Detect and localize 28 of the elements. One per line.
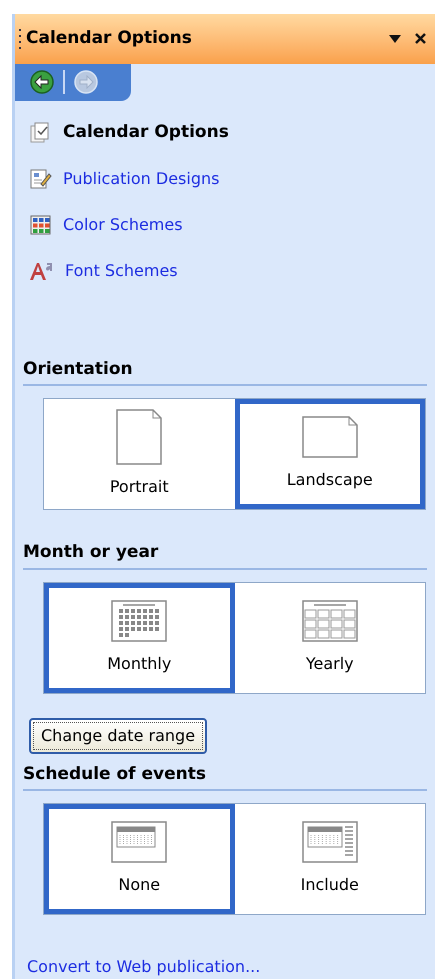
portrait-page-icon <box>116 409 162 465</box>
task-pane-link[interactable]: Font Schemes <box>65 259 178 284</box>
section-heading: Orientation <box>23 358 133 378</box>
gallery-option[interactable]: Yearly <box>234 582 425 692</box>
section-heading: Month or year <box>23 542 158 562</box>
month-calendar-icon <box>111 600 168 642</box>
calendar-page-icon <box>111 821 168 863</box>
section-heading: Schedule of events <box>23 764 206 784</box>
calendar-with-list-icon <box>302 821 358 863</box>
landscape-page-icon <box>302 416 358 458</box>
gallery-option[interactable]: None <box>44 804 234 914</box>
document-pencil-icon <box>29 168 53 190</box>
convert-web-link[interactable]: Convert to Web publication... <box>27 957 260 976</box>
color-grid-icon <box>29 214 53 236</box>
close-icon[interactable] <box>414 32 427 46</box>
grip-icon[interactable] <box>18 26 22 51</box>
gallery-option[interactable]: Landscape <box>234 399 425 509</box>
task-pane-link[interactable]: Color Schemes <box>63 213 183 238</box>
pane-title: Calendar Options <box>26 27 193 50</box>
task-pane-link[interactable]: Publication Designs <box>63 167 220 192</box>
task-pane-link[interactable]: Calendar Options <box>63 120 229 146</box>
dropdown-caret-icon[interactable] <box>388 34 402 44</box>
font-letters-icon <box>29 260 55 282</box>
gallery-option[interactable]: Portrait <box>44 399 234 509</box>
change-date-range-button[interactable]: Change date range <box>29 718 208 754</box>
year-calendar-icon <box>302 600 358 642</box>
gallery-option[interactable]: Include <box>234 804 425 914</box>
gallery-option[interactable]: Monthly <box>44 582 234 692</box>
